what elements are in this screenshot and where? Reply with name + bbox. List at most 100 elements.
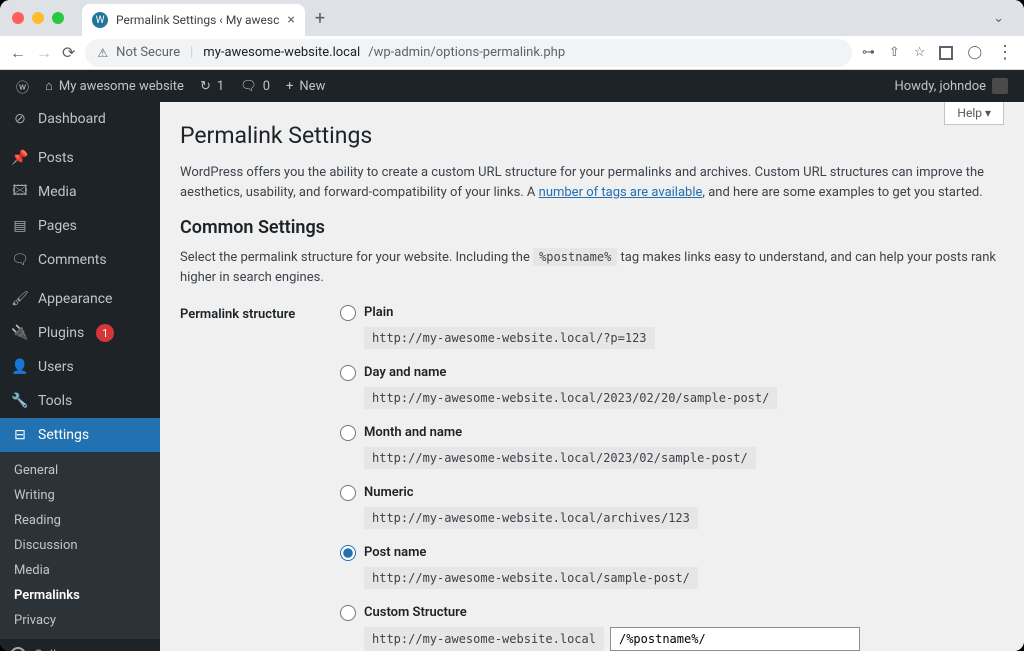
new-content-menu[interactable]: +New xyxy=(278,79,333,94)
badge: 1 xyxy=(96,324,114,342)
custom-structure-input[interactable] xyxy=(610,627,860,651)
radio-2[interactable] xyxy=(340,425,356,441)
address-bar[interactable]: ⚠ Not Secure | my-awesome-website.local/… xyxy=(85,39,851,67)
submenu-item-general[interactable]: General xyxy=(0,458,160,483)
avatar-icon xyxy=(992,78,1008,94)
sidebar-item-label: Posts xyxy=(38,150,74,166)
radio-0[interactable] xyxy=(340,305,356,321)
back-button[interactable]: ← xyxy=(10,43,26,63)
radio-4[interactable] xyxy=(340,545,356,561)
sidebar-item-settings[interactable]: ⊟Settings xyxy=(0,418,160,452)
menu-icon[interactable]: ⋮ xyxy=(996,42,1014,63)
wp-logo-menu[interactable]: ⓦ xyxy=(8,77,37,96)
forward-button[interactable]: → xyxy=(36,43,52,63)
comments-count: 0 xyxy=(263,79,270,94)
sidebar-item-pages[interactable]: ▤ Pages xyxy=(0,209,160,243)
comments-menu[interactable]: 🗨0 xyxy=(232,79,278,94)
permalink-option-day-and-name: Day and namehttp://my-awesome-website.lo… xyxy=(340,365,1004,409)
sidebar-item-appearance[interactable]: 🖌Appearance xyxy=(0,282,160,316)
permalink-structure-label: Permalink structure xyxy=(180,305,340,322)
example-url: http://my-awesome-website.local/archives… xyxy=(364,507,698,529)
radio-5[interactable] xyxy=(340,605,356,621)
close-window-button[interactable] xyxy=(12,12,24,24)
radio-label[interactable]: Month and name xyxy=(364,425,462,440)
share-icon[interactable]: ⇧ xyxy=(889,45,900,60)
submenu-item-discussion[interactable]: Discussion xyxy=(0,533,160,558)
updates-icon: ↻ xyxy=(200,79,211,94)
radio-label[interactable]: Custom Structure xyxy=(364,605,467,620)
comment-icon: 🗨 xyxy=(240,79,257,94)
sidebar-item-users[interactable]: 👤Users xyxy=(0,350,160,384)
permalink-option-plain: Plain http://my-awesome-website.local/?p=… xyxy=(340,305,1004,349)
page-icon: ▤ xyxy=(10,216,30,236)
radio-label[interactable]: Post name xyxy=(364,545,426,560)
submenu-item-reading[interactable]: Reading xyxy=(0,508,160,533)
submenu-item-writing[interactable]: Writing xyxy=(0,483,160,508)
submenu-item-media[interactable]: Media xyxy=(0,558,160,583)
home-icon: ⌂ xyxy=(45,78,53,94)
wordpress-favicon-icon: W xyxy=(92,12,108,28)
radio-3[interactable] xyxy=(340,485,356,501)
common-settings-text: Select the permalink structure for your … xyxy=(180,248,1004,288)
permalink-option-numeric: Numeric http://my-awesome-website.local/a… xyxy=(340,485,1004,529)
tab-dropdown-icon[interactable]: ⌄ xyxy=(993,11,1004,26)
radio-1[interactable] xyxy=(340,365,356,381)
media-icon: 🖾 xyxy=(10,182,30,202)
my-account-menu[interactable]: Howdy, johndoe xyxy=(886,78,1016,94)
mac-titlebar: W Permalink Settings ‹ My awesc × + ⌄ xyxy=(0,0,1024,36)
minimize-window-button[interactable] xyxy=(32,12,44,24)
sliders-icon: ⊟ xyxy=(10,425,30,445)
sidebar-item-label: Pages xyxy=(38,218,77,234)
wp-admin-bar: ⓦ ⌂My awesome website ↻1 🗨0 +New Howdy, … xyxy=(0,70,1024,102)
comment-icon: 🗨 xyxy=(10,250,30,270)
sidepanel-icon[interactable] xyxy=(939,46,953,60)
plus-icon: + xyxy=(286,79,293,94)
key-icon[interactable]: ⊶ xyxy=(862,45,875,60)
url-path: /wp-admin/options-permalink.php xyxy=(368,45,565,60)
collapse-label: Collapse menu xyxy=(34,648,120,651)
submenu-item-permalinks[interactable]: Permalinks xyxy=(0,583,160,608)
not-secure-icon: ⚠ xyxy=(97,46,108,60)
site-name-menu[interactable]: ⌂My awesome website xyxy=(37,78,192,94)
maximize-window-button[interactable] xyxy=(52,12,64,24)
sidebar-item-posts[interactable]: 📌Posts xyxy=(0,141,160,175)
submenu-item-privacy[interactable]: Privacy xyxy=(0,608,160,633)
intro-text: WordPress offers you the ability to crea… xyxy=(180,163,1004,203)
wordpress-logo-icon: ⓦ xyxy=(16,77,29,96)
settings-submenu: GeneralWritingReadingDiscussionMediaPerm… xyxy=(0,452,160,639)
sidebar-item-dashboard[interactable]: ⊘ Dashboard xyxy=(0,102,160,136)
custom-url-prefix: http://my-awesome-website.local xyxy=(364,627,604,651)
url-host: my-awesome-website.local xyxy=(203,45,360,60)
example-url: http://my-awesome-website.local/?p=123 xyxy=(364,327,655,349)
tags-link[interactable]: number of tags are available xyxy=(539,185,703,200)
radio-label[interactable]: Numeric xyxy=(364,485,414,500)
common-settings-heading: Common Settings xyxy=(180,217,1004,238)
content-area: Help ▾ Permalink Settings WordPress offe… xyxy=(160,102,1024,651)
bookmark-icon[interactable]: ☆ xyxy=(914,45,926,60)
collapse-menu-button[interactable]: ◀ Collapse menu xyxy=(0,639,160,651)
sidebar-item-comments[interactable]: 🗨 Comments xyxy=(0,243,160,277)
profile-icon[interactable]: ◯ xyxy=(967,45,982,60)
permalink-option-month-and-name: Month and namehttp://my-awesome-website.… xyxy=(340,425,1004,469)
help-tab[interactable]: Help ▾ xyxy=(944,102,1004,125)
radio-label[interactable]: Plain xyxy=(364,305,393,320)
browser-toolbar: ← → ⟳ ⚠ Not Secure | my-awesome-website.… xyxy=(0,36,1024,70)
page-title: Permalink Settings xyxy=(180,122,1004,149)
sidebar-item-media[interactable]: 🖾 Media xyxy=(0,175,160,209)
sidebar-item-label: Dashboard xyxy=(38,111,106,127)
radio-label[interactable]: Day and name xyxy=(364,365,446,380)
close-tab-icon[interactable]: × xyxy=(287,12,294,28)
reload-button[interactable]: ⟳ xyxy=(62,43,75,62)
sidebar-item-plugins[interactable]: 🔌Plugins1 xyxy=(0,316,160,350)
browser-tab[interactable]: W Permalink Settings ‹ My awesc × xyxy=(82,4,305,36)
howdy-label: Howdy, johndoe xyxy=(894,79,986,94)
collapse-icon: ◀ xyxy=(10,647,26,651)
updates-menu[interactable]: ↻1 xyxy=(192,79,232,94)
admin-sidebar: ⊘ Dashboard 📌Posts 🖾 Media ▤ Pages 🗨 Comments 🖌Ap… xyxy=(0,102,160,651)
sidebar-item-tools[interactable]: 🔧Tools xyxy=(0,384,160,418)
brush-icon: 🖌 xyxy=(10,289,30,309)
sidebar-item-label: Media xyxy=(38,184,77,200)
sidebar-item-label: Comments xyxy=(38,252,107,268)
dash-icon: ⊘ xyxy=(10,109,30,129)
new-tab-button[interactable]: + xyxy=(315,8,325,29)
